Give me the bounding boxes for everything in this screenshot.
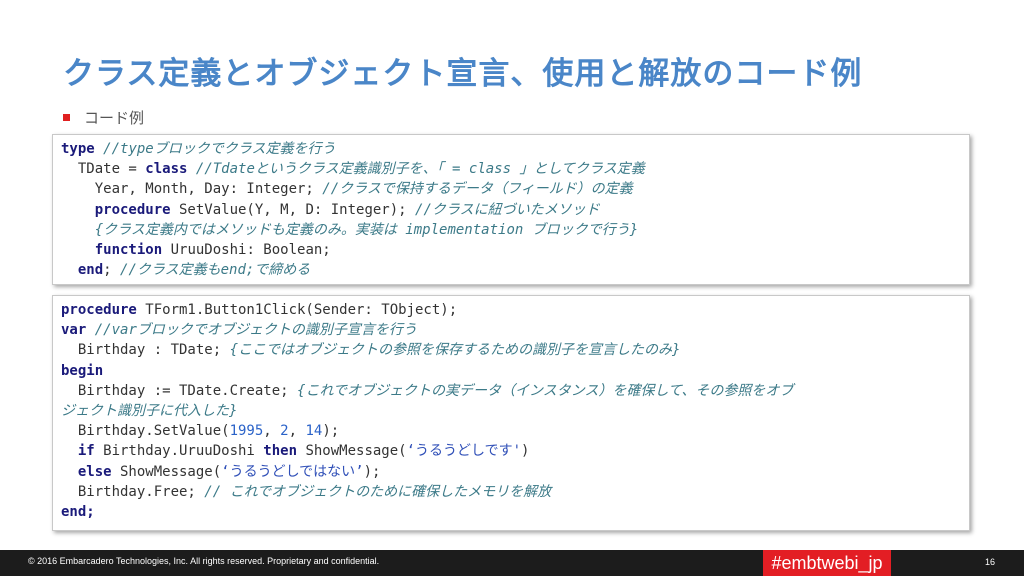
code-text: UruuDoshi: Boolean;	[162, 241, 331, 258]
code-text: ShowMessage(	[111, 463, 222, 480]
bullet-item: コード例	[63, 106, 144, 128]
code-number: 14	[305, 423, 323, 440]
code-keyword: begin	[61, 362, 104, 379]
code-text: Year, Month, Day: Integer;	[61, 181, 323, 198]
code-line: Birthday := TDate.Create; {これでオブジェクトの実デー…	[61, 381, 961, 401]
code-keyword: type	[61, 141, 95, 157]
code-text: TDate =	[61, 161, 146, 178]
code-text: )	[521, 443, 530, 460]
code-line: Birthday.SetValue(1995, 2, 14);	[61, 421, 961, 441]
code-text: Birthday : TDate;	[61, 342, 230, 359]
code-comment: // これでオブジェクトのために確保したメモリを解放	[204, 483, 552, 500]
code-text: );	[363, 463, 381, 480]
code-line: TDate = class //Tdateというクラス定義識別子を、「 = cl…	[61, 159, 961, 179]
bullet-square-icon	[63, 113, 70, 121]
code-text: ,	[263, 423, 281, 440]
code-keyword: if	[77, 443, 95, 460]
code-text: SetValue(Y, M, D: Integer);	[170, 201, 416, 218]
footer-hashtag: #embtwebi_jp	[763, 550, 891, 576]
code-line: if Birthday.UruuDoshi then ShowMessage(‘…	[61, 441, 961, 461]
code-text: Birthday.Free;	[61, 483, 205, 500]
code-line: procedure TForm1.Button1Click(Sender: TO…	[61, 300, 961, 320]
code-comment: {ここではオブジェクトの参照を保存するための識別子を宣言したのみ}	[229, 342, 681, 359]
code-comment: //Tdateというクラス定義識別子を、「 = class 」としてクラス定義	[195, 161, 645, 178]
code-text: ;	[103, 262, 121, 279]
bullet-text: コード例	[84, 108, 145, 127]
code-keyword: procedure	[61, 302, 137, 318]
code-number: 2	[280, 423, 289, 440]
code-string: ‘うるうどしではない’	[221, 463, 364, 480]
code-line: else ShowMessage(‘うるうどしではない’);	[61, 462, 961, 482]
code-keyword: procedure	[94, 201, 171, 218]
code-line: begin	[61, 361, 961, 381]
code-line: function UruuDoshi: Boolean;	[61, 240, 961, 260]
code-comment: //varブロックでオブジェクトの識別子宣言を行う	[94, 322, 417, 339]
code-line: {クラス定義内ではメソッドも定義のみ。実装は implementation ブロ…	[61, 220, 961, 240]
code-line: ジェクト識別子に代入した}	[61, 401, 961, 421]
page-number: 16	[985, 557, 996, 567]
code-line: end; //クラス定義もend;で締める	[61, 260, 961, 280]
code-text: Birthday.SetValue(	[61, 423, 230, 440]
code-comment: //typeブロックでクラス定義を行う	[103, 141, 336, 157]
code-string: ‘うるうどしです'	[406, 443, 522, 460]
code-comment: //クラスに紐づいたメソッド	[415, 201, 600, 218]
code-block-object-usage: procedure TForm1.Button1Click(Sender: TO…	[52, 295, 970, 531]
code-keyword: class	[145, 161, 188, 178]
code-keyword: end	[77, 262, 104, 279]
code-text: );	[322, 423, 340, 440]
code-comment: //クラス定義もend;で締める	[120, 262, 311, 279]
code-line: Birthday : TDate; {ここではオブジェクトの参照を保存するための…	[61, 340, 961, 360]
code-text: Birthday := TDate.Create;	[61, 382, 298, 399]
code-keyword: function	[94, 241, 163, 258]
code-line: Year, Month, Day: Integer; //クラスで保持するデータ…	[61, 179, 961, 199]
code-line: procedure SetValue(Y, M, D: Integer); //…	[61, 200, 961, 220]
code-line: end;	[61, 502, 961, 522]
code-text: TForm1.Button1Click(Sender: TObject);	[136, 302, 458, 318]
code-line: var //varブロックでオブジェクトの識別子宣言を行う	[61, 320, 961, 340]
code-keyword: else	[77, 463, 112, 480]
code-block-class-definition: type //typeブロックでクラス定義を行う TDate = class /…	[52, 134, 970, 285]
code-line: Birthday.Free; // これでオブジェクトのために確保したメモリを解…	[61, 482, 961, 502]
code-comment: ジェクト識別子に代入した}	[61, 402, 238, 419]
code-number: 1995	[229, 423, 264, 440]
code-keyword: then	[263, 443, 298, 460]
footer-bar: © 2016 Embarcadero Technologies, Inc. Al…	[0, 550, 1024, 576]
code-keyword: var	[61, 322, 87, 339]
slide-title: クラス定義とオブジェクト宣言、使用と解放のコード例	[63, 56, 863, 92]
footer-copyright: © 2016 Embarcadero Technologies, Inc. Al…	[28, 556, 380, 566]
code-text: Birthday.UruuDoshi	[94, 443, 264, 460]
code-line: type //typeブロックでクラス定義を行う	[61, 139, 961, 159]
code-keyword: end;	[61, 503, 95, 520]
code-text: ShowMessage(	[297, 443, 407, 460]
code-text: ,	[288, 423, 306, 440]
code-comment: {これでオブジェクトの実データ（インスタンス）を確保して、その参照をオブ	[297, 382, 794, 399]
code-comment: {クラス定義内ではメソッドも定義のみ。実装は implementation ブロ…	[94, 221, 639, 238]
code-comment: //クラスで保持するデータ（フィールド）の定義	[322, 181, 633, 198]
